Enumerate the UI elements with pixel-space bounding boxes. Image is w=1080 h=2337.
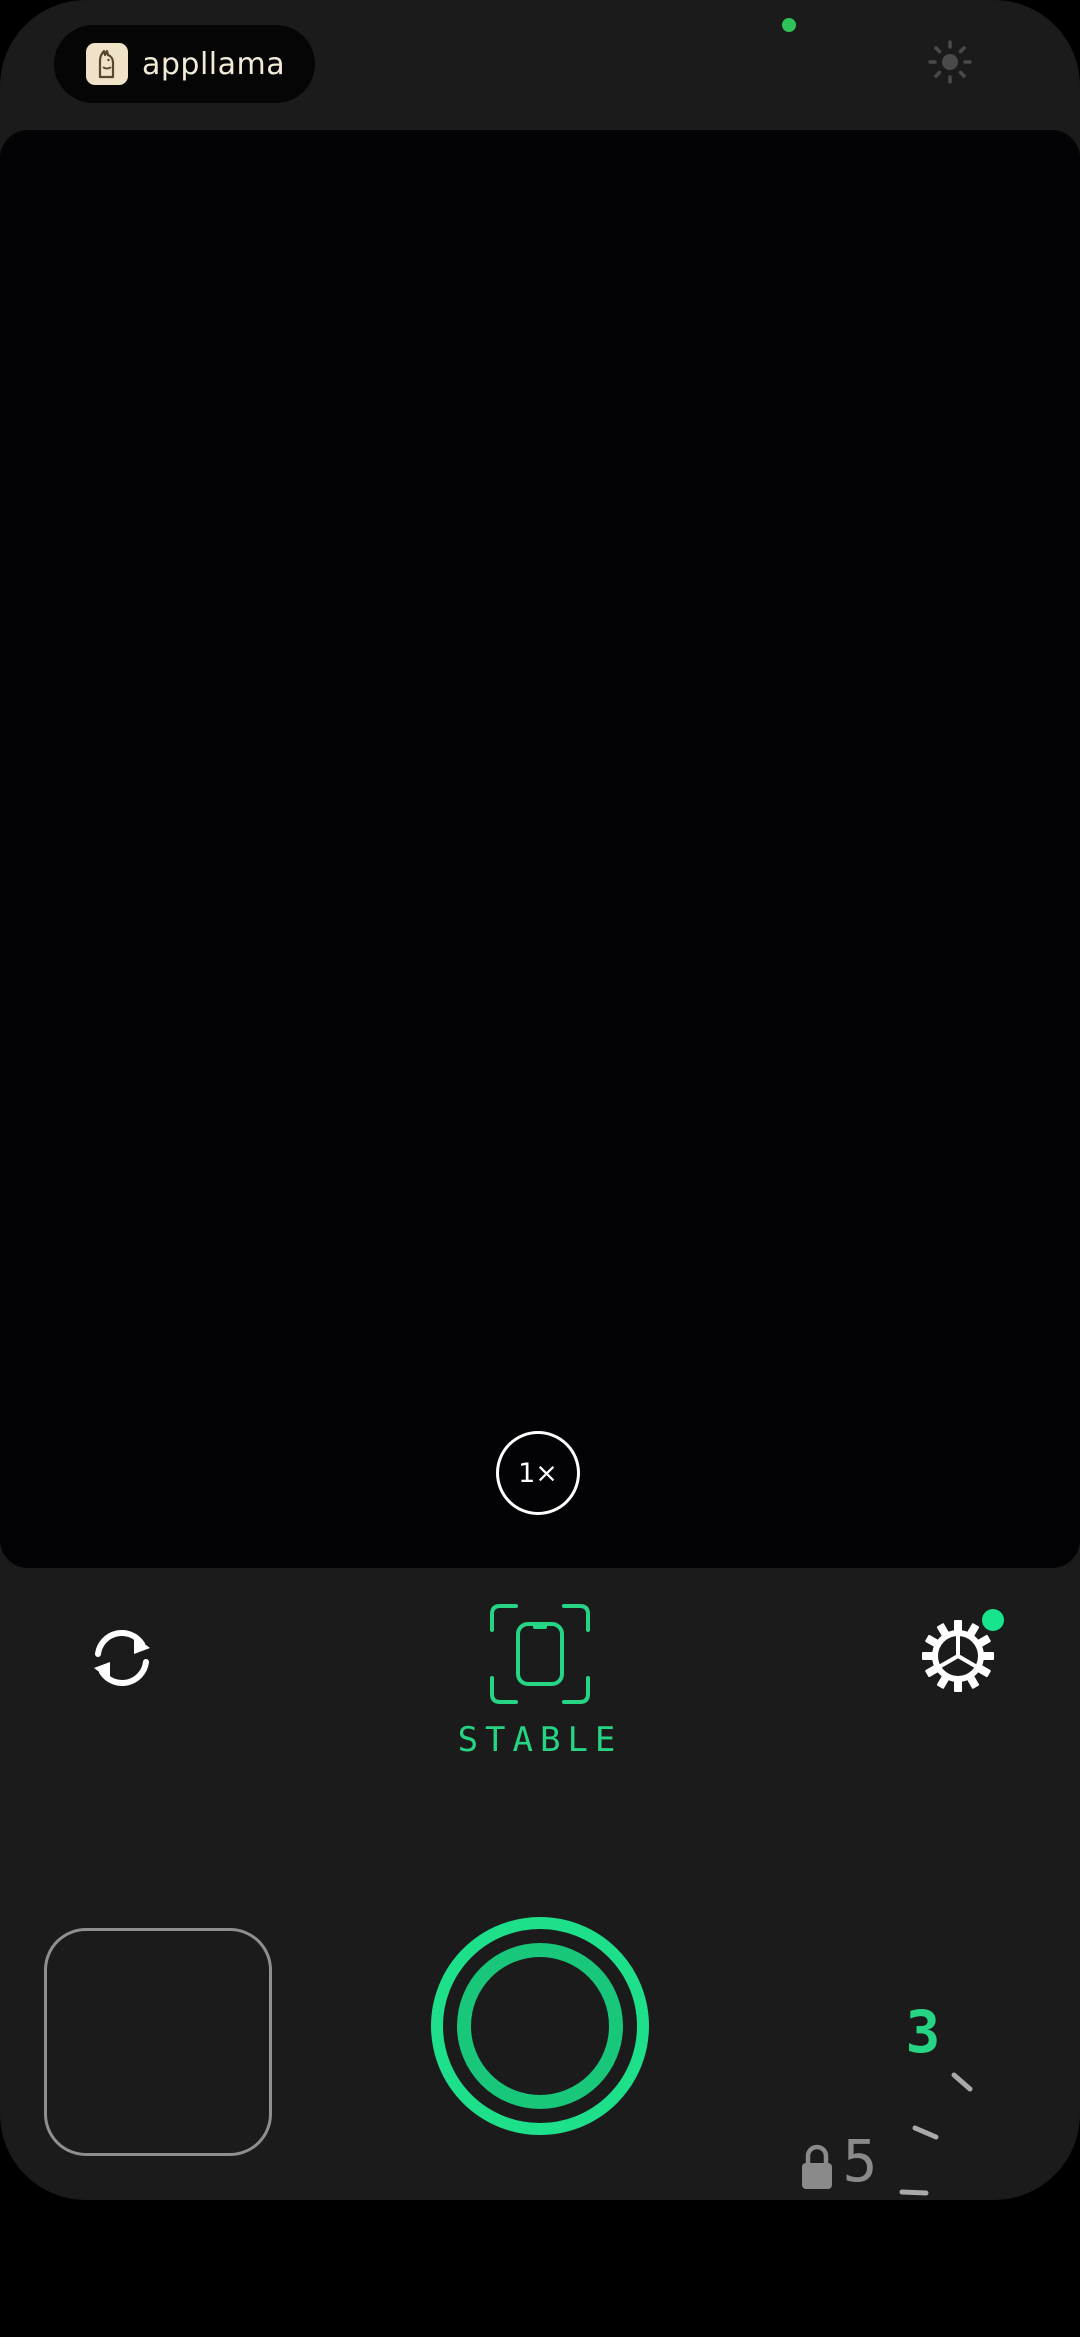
stability-label: STABLE (457, 1720, 623, 1760)
timer-next-value: 5 (842, 2127, 878, 2195)
llama-logo-icon (86, 43, 128, 85)
settings-badge (982, 1609, 1004, 1631)
camera-flip-icon[interactable] (84, 1620, 160, 1696)
brand-name: appllama (142, 46, 286, 82)
brand-pill[interactable]: appllama (54, 25, 315, 103)
gallery-thumbnail[interactable] (44, 1928, 272, 2156)
camera-app: appllama 1× STABLE 3 5 (0, 0, 1080, 2200)
phone-stability-icon (490, 1604, 590, 1704)
zoom-button[interactable]: 1× (496, 1431, 580, 1515)
shutter-button[interactable] (429, 1915, 651, 2137)
shutter-icon (431, 1917, 649, 2135)
camera-viewfinder[interactable] (0, 130, 1080, 1568)
lock-icon (800, 2143, 834, 2191)
brightness-icon[interactable] (926, 38, 974, 86)
timer-value: 3 (905, 1998, 941, 2066)
stability-indicator: STABLE (440, 1604, 640, 1764)
privacy-indicator-dot (782, 18, 796, 32)
zoom-label: 1× (518, 1457, 558, 1489)
